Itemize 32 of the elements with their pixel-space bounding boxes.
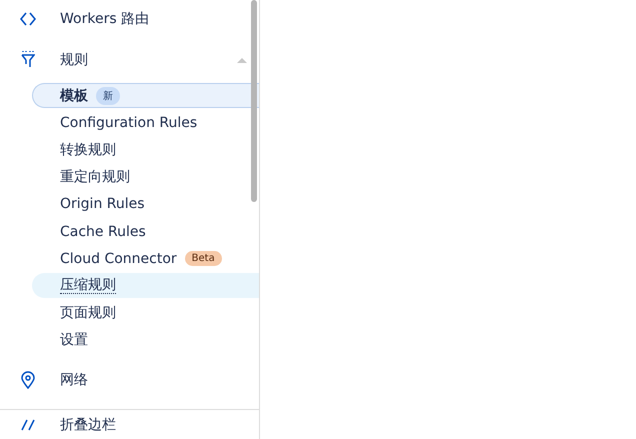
location-pin-icon bbox=[20, 371, 34, 390]
sub-nav-label: 压缩规则 bbox=[60, 277, 116, 294]
sub-nav-label: Cache Rules bbox=[60, 224, 146, 240]
funnel-icon bbox=[20, 50, 34, 70]
double-slash-icon bbox=[20, 418, 34, 431]
sub-nav-label: Origin Rules bbox=[60, 196, 145, 212]
sub-nav-item[interactable]: 模板 新 bbox=[32, 83, 259, 108]
new-badge: 新 bbox=[96, 86, 120, 105]
sub-nav-item[interactable]: 设置 bbox=[32, 328, 259, 353]
sub-nav-item[interactable]: 页面规则 bbox=[32, 300, 259, 326]
sub-nav-label: 设置 bbox=[60, 332, 88, 348]
sub-nav-label: 重定向规则 bbox=[60, 169, 130, 186]
nav-item[interactable]: Workers 路由 bbox=[0, 0, 259, 39]
sub-nav-item[interactable]: 重定向规则 bbox=[32, 164, 259, 190]
collapse-sidebar-button[interactable]: 折叠边栏 bbox=[0, 410, 259, 439]
sub-nav-label: 模板 bbox=[60, 88, 88, 104]
beta-badge: Beta bbox=[184, 251, 222, 266]
sub-nav-item[interactable]: Cache Rules bbox=[32, 218, 259, 244]
chevrons-icon bbox=[20, 11, 36, 28]
sub-nav-item[interactable]: Origin Rules bbox=[32, 192, 259, 217]
caret-icon bbox=[237, 56, 247, 63]
sub-nav-item[interactable]: 转换规则 bbox=[32, 137, 259, 163]
sub-nav-label: Cloud Connector bbox=[60, 250, 177, 267]
nav-item[interactable]: 网络 bbox=[0, 360, 259, 400]
sub-nav-item[interactable]: Cloud Connector Beta bbox=[32, 246, 259, 272]
scrollbar[interactable] bbox=[251, 0, 257, 202]
sub-nav-item[interactable]: Configuration Rules bbox=[32, 110, 259, 136]
sub-nav-item[interactable]: 压缩规则 bbox=[32, 273, 259, 298]
sub-nav-label: Configuration Rules bbox=[60, 114, 198, 131]
nav-group[interactable]: 规则 bbox=[0, 38, 259, 82]
sub-nav-label: 页面规则 bbox=[60, 305, 116, 322]
sub-nav-label: 转换规则 bbox=[60, 142, 116, 158]
